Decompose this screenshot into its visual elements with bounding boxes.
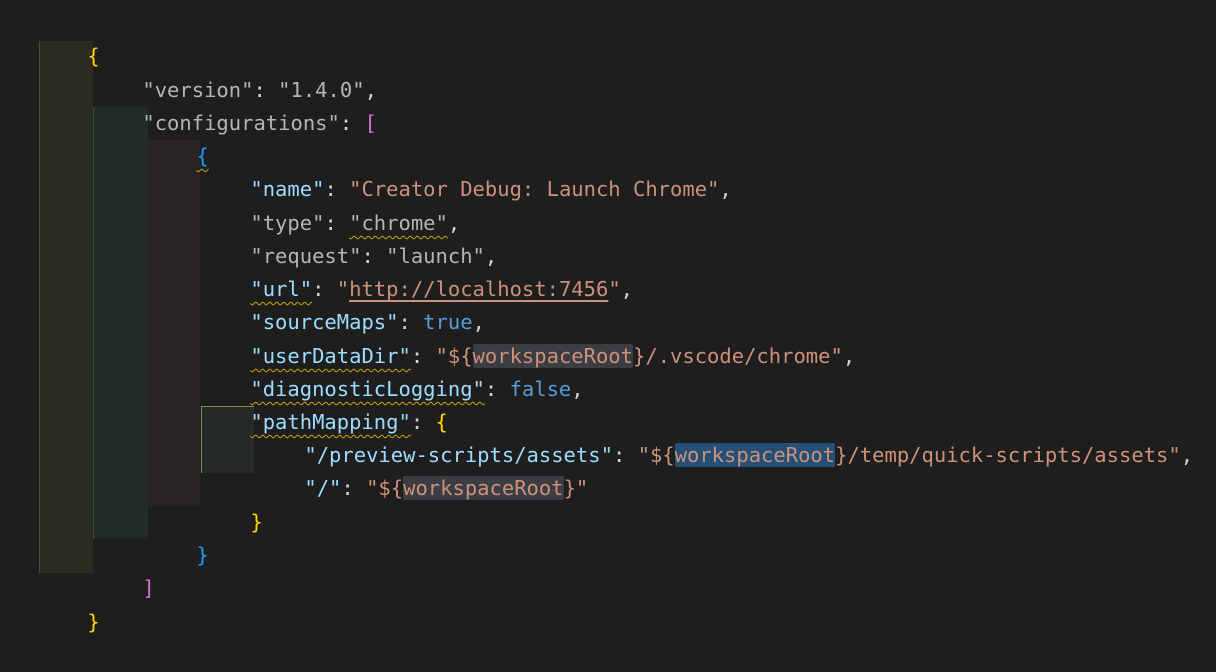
value-suffix: }/.vscode/chrome" [633,344,843,368]
url-quote-close: " [608,277,621,301]
indent-guide-level1 [39,41,93,573]
code-line-9[interactable]: "sourceMaps": true, [201,273,485,334]
workspace-root-highlight: workspaceRoot [403,476,564,500]
code-line-7[interactable]: "request": "launch", [201,207,497,268]
close-brace-config: } [196,543,209,567]
code-line-3[interactable]: "configurations": [ [93,74,377,135]
json-code-editor[interactable]: { "version": "1.4.0", "configurations": … [0,0,1216,655]
value-suffix: }/temp/quick-scripts/assets" [835,443,1181,467]
close-brace-pathmapping: } [250,510,263,534]
comma: , [842,344,856,368]
colon: : [612,443,638,467]
code-line-13[interactable]: "/preview-scripts/assets": "${workspaceR… [255,406,1193,467]
open-bracket: [ [364,111,377,135]
comma: , [1180,443,1194,467]
code-line-1[interactable]: { [38,7,99,68]
value-prefix: "${ [637,443,675,467]
close-bracket: ] [142,576,155,600]
code-line-10[interactable]: "userDataDir": "${workspaceRoot}/.vscode… [201,307,855,368]
code-line-5[interactable]: "name": "Creator Debug: Launch Chrome", [201,140,731,201]
code-line-14[interactable]: "/": "${workspaceRoot}" [255,439,588,500]
code-line-15[interactable]: } [201,473,262,534]
comma: , [719,177,732,201]
colon: : [341,476,367,500]
code-line-4[interactable]: { [147,107,208,168]
code-line-16[interactable]: } [147,506,208,567]
value-diagnosticlogging: false [509,377,572,401]
comma: , [620,277,633,301]
code-line-6[interactable]: "type": "chrome", [201,174,460,235]
code-line-2[interactable]: "version": "1.4.0", [93,41,377,102]
code-line-12[interactable]: "pathMapping": { [201,373,447,434]
code-line-8[interactable]: "url": "http://localhost:7456", [201,240,633,301]
code-line-18[interactable]: } [38,573,99,634]
colon: : [339,111,365,135]
key-root: "/" [304,476,342,500]
close-brace: } [87,610,100,634]
comma: , [571,377,584,401]
workspace-root-selection: workspaceRoot [674,443,836,467]
value-suffix: }" [563,476,589,500]
value-prefix: "${ [366,476,404,500]
code-line-17[interactable]: ] [93,539,154,600]
code-line-11[interactable]: "diagnosticLogging": false, [201,340,583,401]
colon: : [484,377,510,401]
